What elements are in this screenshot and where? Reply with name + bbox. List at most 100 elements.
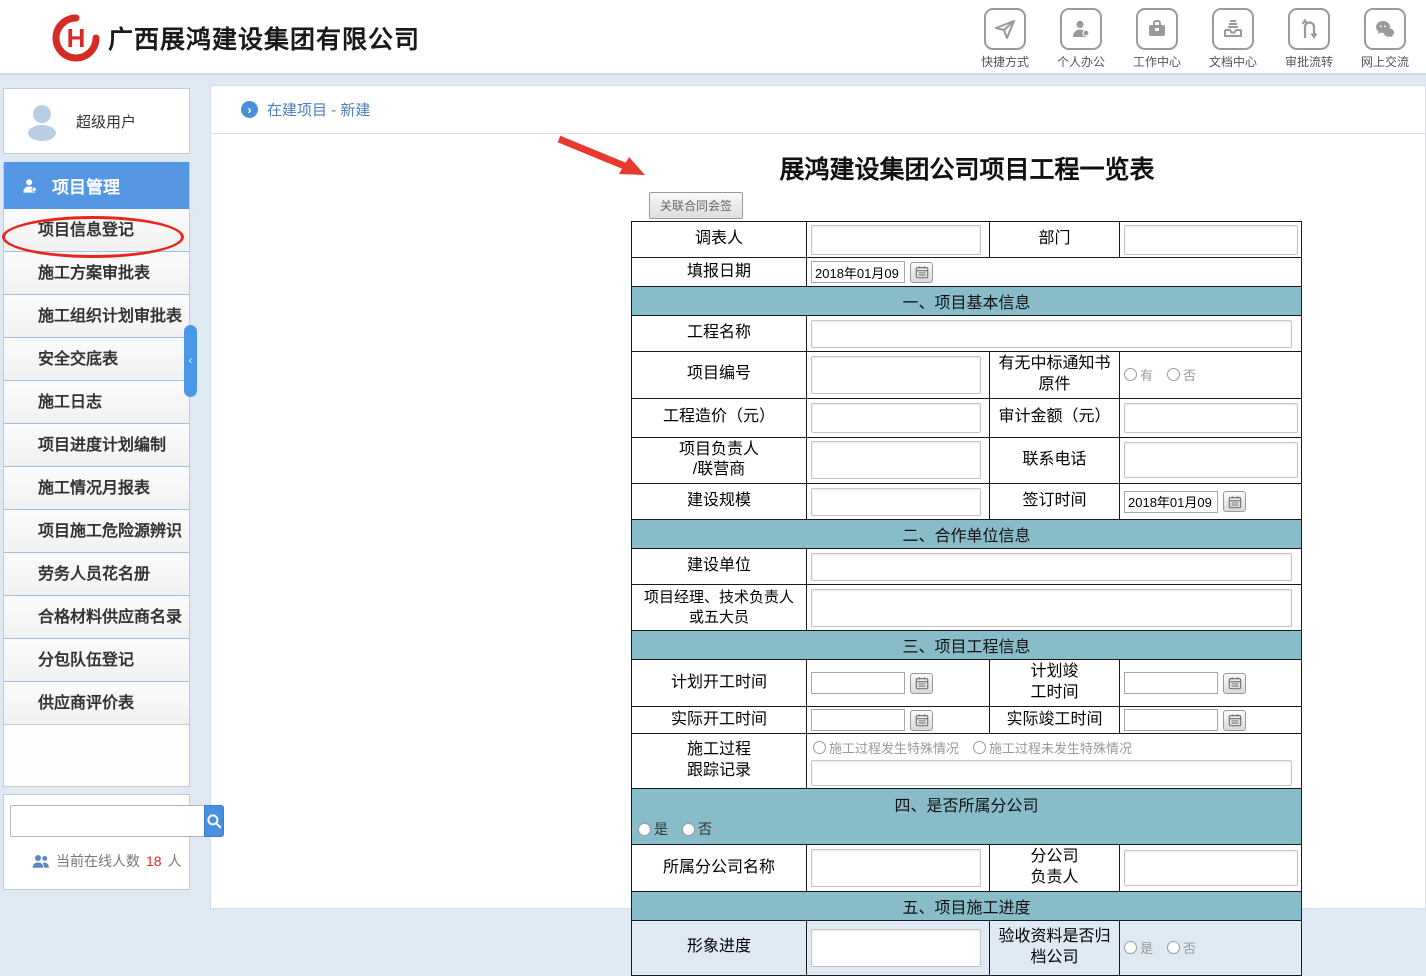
- image-progress-input[interactable]: [811, 929, 981, 967]
- radio-icon: [638, 823, 651, 836]
- radio-label: 施工过程未发生特殊情况: [989, 738, 1132, 757]
- radio-icon: [1124, 941, 1137, 954]
- archive-yes-radio[interactable]: 是: [1124, 938, 1153, 957]
- field-label-project-cost: 工程造价（元）: [632, 398, 807, 437]
- nav-approval-flow[interactable]: 审批流转: [1278, 8, 1340, 70]
- sign-time-picker-button[interactable]: [1223, 491, 1246, 512]
- audit-amount-input[interactable]: [1124, 403, 1298, 433]
- sidebar-item-safety-disclosure[interactable]: 安全交底表: [4, 338, 189, 381]
- build-scale-input[interactable]: [811, 488, 981, 516]
- page-title: 展鸿建设集团公司项目工程一览表: [631, 150, 1303, 186]
- top-nav: 快捷方式 个人办公 工作中心 文档中心 审批流转: [974, 8, 1416, 70]
- department-input[interactable]: [1124, 225, 1298, 255]
- fill-date-input[interactable]: [811, 261, 905, 283]
- branch-name-input[interactable]: [811, 849, 981, 887]
- field-label-actual-finish: 实际竣工时间: [990, 707, 1120, 734]
- sidebar-collapse-handle[interactable]: ‹: [184, 325, 197, 397]
- radio-label: 施工过程发生特殊情况: [829, 738, 959, 757]
- plan-finish-input[interactable]: [1124, 672, 1218, 694]
- bid-notice-yes-radio[interactable]: 有: [1124, 365, 1153, 384]
- process-track-input[interactable]: [811, 760, 1292, 786]
- search-button[interactable]: [204, 805, 224, 837]
- sidebar-item-labor-roster[interactable]: 劳务人员花名册: [4, 553, 189, 596]
- sidebar-item-org-plan-approval[interactable]: 施工组织计划审批表: [4, 295, 189, 338]
- radio-label: 是: [1140, 938, 1153, 957]
- radio-icon: [1167, 368, 1180, 381]
- nav-personal-office[interactable]: 个人办公: [1050, 8, 1112, 70]
- project-name-input[interactable]: [811, 320, 1292, 348]
- process-special-yes-radio[interactable]: 施工过程发生特殊情况: [813, 738, 959, 757]
- contact-phone-input[interactable]: [1124, 442, 1298, 478]
- breadcrumb: › 在建项目 - 新建: [211, 86, 1425, 134]
- plan-finish-picker-button[interactable]: [1223, 673, 1246, 694]
- sidebar-section-project-management[interactable]: 项目管理: [4, 162, 189, 209]
- sidebar-item-qualified-suppliers[interactable]: 合格材料供应商名录: [4, 596, 189, 639]
- project-form-table: 调表人 部门 填报日期 一、项目基本信息 工程名称: [631, 221, 1302, 976]
- branch-no-radio[interactable]: 否: [682, 819, 712, 839]
- field-label-plan-finish: 计划竣 工时间: [990, 660, 1120, 707]
- sidebar-item-construction-plan-approval[interactable]: 施工方案审批表: [4, 252, 189, 295]
- sign-time-input[interactable]: [1124, 491, 1218, 513]
- calendar-icon: [1228, 495, 1242, 509]
- sidebar-item-subcontractor-register[interactable]: 分包队伍登记: [4, 639, 189, 682]
- link-contract-countersign-button[interactable]: 关联合同会签: [649, 192, 743, 219]
- sidebar-item-project-info-register[interactable]: 项目信息登记: [4, 209, 189, 252]
- branch-yes-radio[interactable]: 是: [638, 819, 668, 839]
- field-label-sign-time: 签订时间: [990, 484, 1120, 520]
- company-name: 广西展鸿建设集团有限公司: [108, 20, 420, 56]
- bid-notice-no-radio[interactable]: 否: [1167, 365, 1196, 384]
- breadcrumb-arrow-icon: ›: [241, 101, 258, 118]
- search-input[interactable]: [10, 805, 204, 837]
- plan-start-input[interactable]: [811, 672, 905, 694]
- briefcase-icon: [1136, 8, 1178, 50]
- field-label-branch-leader: 分公司 负责人: [990, 845, 1120, 892]
- branch-leader-input[interactable]: [1124, 850, 1298, 886]
- online-label: 当前在线人数: [56, 851, 140, 871]
- field-label-surveyor: 调表人: [632, 222, 807, 258]
- project-leader-input[interactable]: [811, 441, 981, 479]
- person-icon: [1060, 8, 1102, 50]
- archive-no-radio[interactable]: 否: [1167, 938, 1196, 957]
- nav-label: 网上交流: [1361, 53, 1409, 70]
- field-label-audit-amount: 审计金额（元）: [990, 398, 1120, 437]
- actual-start-picker-button[interactable]: [910, 710, 933, 731]
- sidebar-item-hazard-identification[interactable]: 项目施工危险源辨识: [4, 510, 189, 553]
- field-label-department: 部门: [990, 222, 1120, 258]
- field-label-build-unit: 建设单位: [632, 549, 807, 585]
- project-form: 展鸿建设集团公司项目工程一览表 关联合同会签 调表人 部门 填报日期: [631, 150, 1303, 976]
- surveyor-input[interactable]: [811, 225, 981, 255]
- users-group-icon: [32, 853, 50, 869]
- sidebar-bottom: 当前在线人数 18 人: [3, 794, 190, 890]
- sidebar-item-construction-log[interactable]: 施工日志: [4, 381, 189, 424]
- sidebar-item-monthly-report[interactable]: 施工情况月报表: [4, 467, 189, 510]
- nav-shortcuts[interactable]: 快捷方式: [974, 8, 1036, 70]
- build-unit-input[interactable]: [811, 553, 1292, 581]
- project-manager-input[interactable]: [811, 589, 1292, 627]
- field-label-project-name: 工程名称: [632, 316, 807, 352]
- project-no-input[interactable]: [811, 356, 981, 394]
- actual-finish-picker-button[interactable]: [1223, 710, 1246, 731]
- field-label-project-manager: 项目经理、技术负责人 或五大员: [632, 585, 807, 631]
- sidebar-item-supplier-evaluation[interactable]: 供应商评价表: [4, 682, 189, 725]
- nav-work-center[interactable]: 工作中心: [1126, 8, 1188, 70]
- nav-document-center[interactable]: 文档中心: [1202, 8, 1264, 70]
- person-icon: [20, 176, 40, 196]
- calendar-icon: [1228, 713, 1242, 727]
- section-title: 四、是否所属分公司: [634, 792, 1299, 816]
- avatar: [20, 99, 64, 143]
- fill-date-picker-button[interactable]: [910, 262, 933, 283]
- paper-plane-icon: [984, 8, 1026, 50]
- chat-icon: [1364, 8, 1406, 50]
- radio-icon: [973, 741, 986, 754]
- project-cost-input[interactable]: [811, 403, 981, 433]
- sidebar-section-label: 项目管理: [52, 173, 120, 198]
- breadcrumb-text[interactable]: 在建项目 - 新建: [267, 99, 370, 120]
- process-special-no-radio[interactable]: 施工过程未发生特殊情况: [973, 738, 1132, 757]
- actual-finish-input[interactable]: [1124, 709, 1218, 731]
- actual-start-input[interactable]: [811, 709, 905, 731]
- svg-text:H: H: [67, 23, 86, 53]
- plan-start-picker-button[interactable]: [910, 673, 933, 694]
- nav-online-chat[interactable]: 网上交流: [1354, 8, 1416, 70]
- sidebar-item-progress-plan[interactable]: 项目进度计划编制: [4, 424, 189, 467]
- uturn-arrows-icon: [1288, 8, 1330, 50]
